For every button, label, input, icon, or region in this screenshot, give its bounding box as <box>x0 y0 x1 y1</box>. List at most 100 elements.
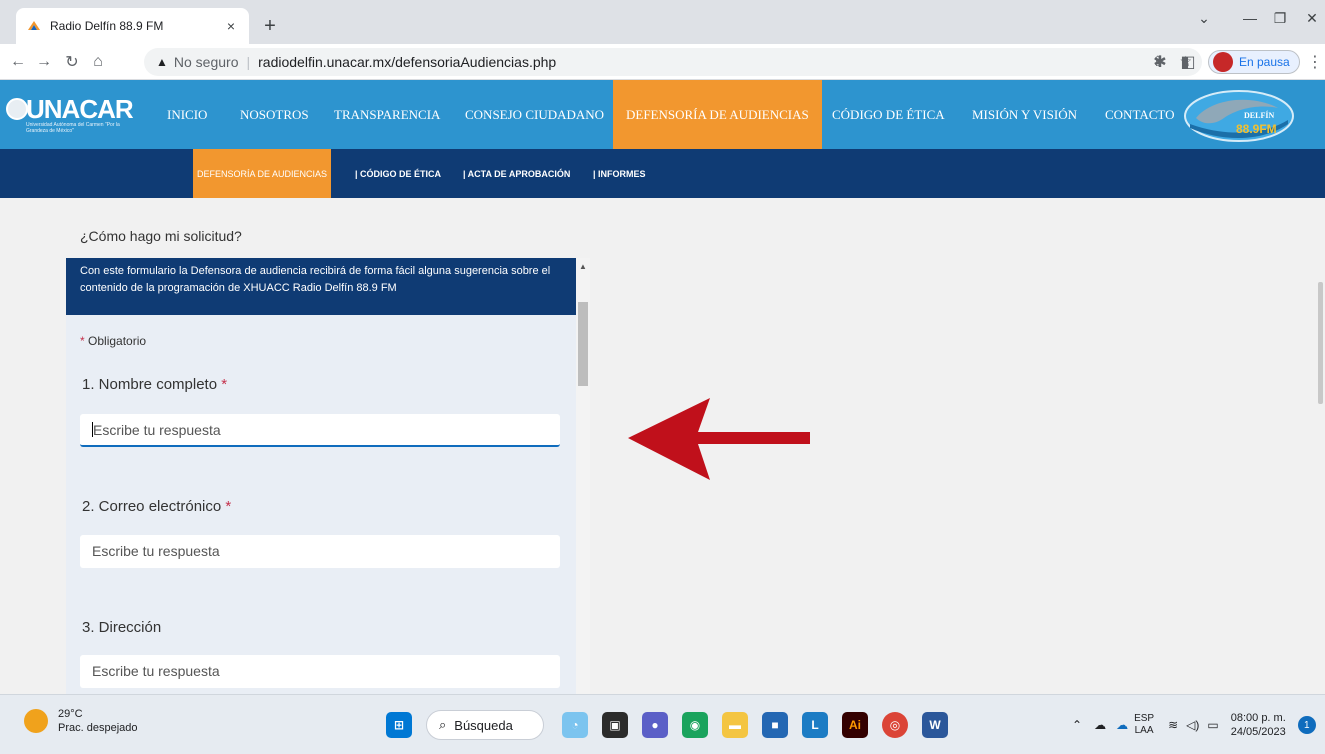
tab-search-chevron-icon[interactable]: ⌄ <box>1194 10 1214 27</box>
nav-nosotros[interactable]: NOSOTROS <box>240 80 309 149</box>
logo-text: UNACAR <box>26 94 134 124</box>
question-label: 3. Dirección <box>82 619 161 636</box>
nav-codigo-etica[interactable]: CÓDIGO DE ÉTICA <box>832 80 945 149</box>
form-scrollbar[interactable]: ▲ <box>576 258 590 694</box>
clock[interactable]: 08:00 p. m. 24/05/2023 <box>1231 711 1286 739</box>
page-scrollbar-thumb[interactable] <box>1318 282 1323 404</box>
address-separator: | <box>246 54 251 70</box>
email-input[interactable]: Escribe tu respuesta <box>80 535 560 568</box>
app-l-icon[interactable]: L <box>802 712 828 738</box>
profile-paused-button[interactable]: En pausa <box>1208 50 1300 74</box>
radio-delfin-logo[interactable]: DELFÍN 88.9FM <box>1182 88 1296 144</box>
warning-triangle-icon: ▲ <box>156 55 168 69</box>
chrome-icon[interactable]: ◎ <box>882 712 908 738</box>
weather-condition: Prac. despejado <box>58 722 138 734</box>
extensions-puzzle-icon[interactable]: ✱ <box>1148 50 1172 74</box>
nav-contacto[interactable]: CONTACTO <box>1105 80 1175 149</box>
address-input[interactable]: Escribe tu respuesta <box>80 655 560 688</box>
form-banner: Con este formulario la Defensora de audi… <box>66 258 576 315</box>
required-asterisk: * <box>80 334 85 348</box>
question-2-label: 2. Correo electrónico <box>82 498 222 515</box>
word-icon[interactable]: W <box>922 712 948 738</box>
side-panel-icon[interactable]: ◧ <box>1176 50 1200 74</box>
subnav-defensoria[interactable]: DEFENSORÍA DE AUDIENCIAS <box>193 149 332 198</box>
forward-arrow-icon[interactable]: → <box>32 50 56 74</box>
nav-mision-vision[interactable]: MISIÓN Y VISIÓN <box>972 80 1077 149</box>
full-name-input[interactable]: Escribe tu respuesta <box>80 414 560 447</box>
language-code: ESP <box>1134 713 1155 724</box>
profile-paused-label: En pausa <box>1239 55 1290 69</box>
radio-logo-name: DELFÍN <box>1244 110 1274 120</box>
profile-avatar <box>1213 52 1233 72</box>
browser-tabstrip: Radio Delfín 88.9 FM × + ⌄ — ❐ ✕ <box>0 0 1325 44</box>
battery-icon[interactable]: ▭ <box>1207 718 1218 732</box>
email-placeholder: Escribe tu respuesta <box>92 543 220 559</box>
address-bar[interactable]: ▲ No seguro | radiodelfin.unacar.mx/defe… <box>144 48 1202 76</box>
window-close-icon[interactable]: ✕ <box>1302 10 1322 27</box>
section-heading: ¿Cómo hago mi solicitud? <box>80 228 242 244</box>
required-note-text: Obligatorio <box>88 334 147 348</box>
edge-browser-icon[interactable]: ◉ <box>682 712 708 738</box>
required-asterisk: * <box>225 498 232 515</box>
scroll-up-arrow-icon[interactable]: ▲ <box>579 262 587 271</box>
browser-menu-icon[interactable]: ⋮ <box>1303 50 1325 74</box>
question-label: 1. Nombre completo * <box>82 376 227 393</box>
system-tray: ⌃ ☁ ☁ ESP LAA ≋ ◁) ▭ 08:00 p. m. 24/05/2… <box>1072 707 1316 743</box>
clock-date: 24/05/2023 <box>1230 726 1286 738</box>
question-1-label: 1. Nombre completo <box>82 376 218 393</box>
logo-subtitle: Universidad Autónoma del Carmen "Por la … <box>26 122 120 134</box>
taskbar-search[interactable]: ⌕ Búsqueda <box>426 710 544 740</box>
nav-transparencia[interactable]: TRANSPARENCIA <box>334 80 440 149</box>
browser-tab[interactable]: Radio Delfín 88.9 FM × <box>16 8 249 44</box>
notification-badge[interactable]: 1 <box>1297 716 1316 734</box>
address-placeholder: Escribe tu respuesta <box>92 663 220 679</box>
unacar-logo[interactable]: UNACAR Universidad Autónoma del Carmen "… <box>6 92 146 136</box>
question-3-label: 3. Dirección <box>82 619 162 636</box>
nav-consejo-ciudadano[interactable]: CONSEJO CIUDADANO <box>465 80 604 149</box>
full-name-placeholder: Escribe tu respuesta <box>93 422 221 438</box>
store-icon[interactable]: ■ <box>762 712 788 738</box>
subnav-codigo-etica[interactable]: | CÓDIGO DE ÉTICA <box>355 149 441 198</box>
required-asterisk: * <box>221 376 228 393</box>
question-label: 2. Correo electrónico * <box>82 498 231 515</box>
taskbar-search-label: Búsqueda <box>454 717 513 733</box>
search-icon: ⌕ <box>439 717 447 732</box>
illustrator-icon[interactable]: Ai <box>842 712 868 738</box>
subnav-informes[interactable]: | INFORMES <box>593 149 646 198</box>
nav-inicio[interactable]: INICIO <box>167 80 207 149</box>
url-text[interactable]: radiodelfin.unacar.mx/defensoriaAudienci… <box>258 54 556 70</box>
home-icon[interactable]: ⌂ <box>86 50 110 74</box>
minimize-icon[interactable]: — <box>1240 10 1260 26</box>
widgets-icon[interactable]: ◔ <box>562 712 588 738</box>
restore-icon[interactable]: ❐ <box>1270 10 1290 27</box>
back-arrow-icon[interactable]: ← <box>6 50 30 74</box>
required-note: * Obligatorio <box>80 334 146 348</box>
nav-defensoria-audiencias[interactable]: DEFENSORÍA DE AUDIENCIAS <box>613 80 822 149</box>
new-tab-button[interactable]: + <box>258 14 282 38</box>
form-scroll-thumb[interactable] <box>578 302 588 386</box>
reload-icon[interactable]: ↻ <box>60 50 84 74</box>
keyboard-layout: LAA <box>1134 725 1154 736</box>
site-main-nav: UNACAR Universidad Autónoma del Carmen "… <box>0 80 1325 149</box>
site-favicon-icon <box>26 18 42 34</box>
weather-widget[interactable]: 29°C Prac. despejado <box>24 707 138 735</box>
clock-time: 08:00 p. m. <box>1230 712 1286 724</box>
tab-close-icon[interactable]: × <box>223 18 239 34</box>
windows-start-icon[interactable]: ⊞ <box>386 712 412 738</box>
file-explorer-icon[interactable]: ▬ <box>722 712 748 738</box>
tray-overflow-chevron-icon[interactable]: ⌃ <box>1072 718 1082 732</box>
cloud-icon[interactable]: ☁ <box>1094 718 1106 732</box>
taskbar-apps: ⊞ ⌕ Búsqueda ◔ ▣ ● ◉ ▬ ■ L Ai ◎ W <box>386 709 962 741</box>
site-sub-nav: DEFENSORÍA DE AUDIENCIAS | CÓDIGO DE ÉTI… <box>0 149 1325 198</box>
subnav-acta-aprobacion[interactable]: | ACTA DE APROBACIÓN <box>463 149 570 198</box>
red-arrow-annotation <box>628 398 810 480</box>
task-view-icon[interactable]: ▣ <box>602 712 628 738</box>
wifi-icon[interactable]: ≋ <box>1168 718 1178 732</box>
onedrive-icon[interactable]: ☁ <box>1116 718 1128 732</box>
chat-icon[interactable]: ● <box>642 712 668 738</box>
weather-sun-icon <box>24 709 48 733</box>
security-status[interactable]: No seguro <box>174 54 239 70</box>
volume-icon[interactable]: ◁) <box>1186 718 1199 732</box>
language-indicator[interactable]: ESP LAA <box>1134 713 1154 737</box>
temperature: 29°C <box>58 708 83 720</box>
